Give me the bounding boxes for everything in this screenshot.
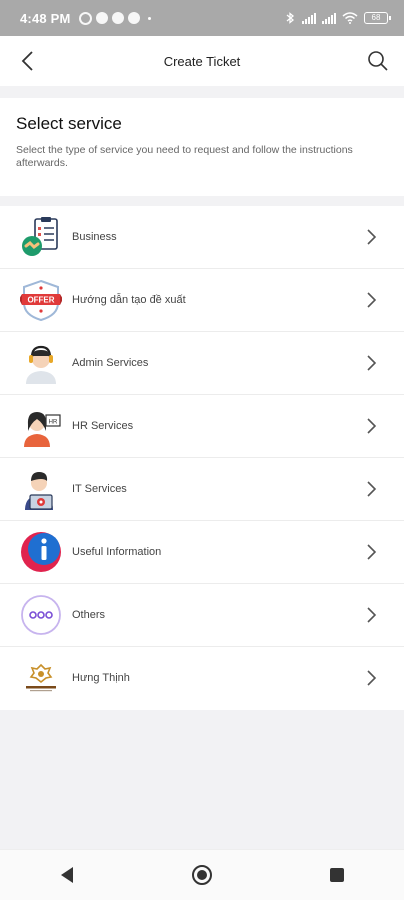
section-description: Select the type of service you need to r… [16, 144, 353, 169]
svg-text:OFFER: OFFER [27, 296, 54, 305]
chevron-right-icon [367, 229, 377, 245]
service-label: Hưng Thịnh [72, 672, 130, 684]
triangle-back-icon [61, 867, 74, 883]
notification-icon [95, 12, 108, 24]
service-label: Useful Information [72, 546, 162, 558]
service-row-business[interactable]: Business [0, 206, 404, 269]
battery-icon: 68 [364, 12, 391, 24]
chevron-right-icon [367, 544, 377, 560]
it-person-icon [20, 468, 62, 510]
chevron-right-icon [367, 481, 377, 497]
admin-headset-icon [20, 342, 62, 384]
info-icon [20, 531, 62, 573]
service-row-hung-thinh[interactable]: Hưng Thịnh [0, 647, 404, 709]
service-row-hr[interactable]: HR HR Services [0, 395, 404, 458]
signal-icon [322, 12, 336, 24]
nav-back-button[interactable] [47, 855, 87, 895]
search-icon [368, 51, 388, 71]
service-row-it[interactable]: IT Services [0, 458, 404, 521]
service-row-others[interactable]: Others [0, 584, 404, 647]
back-arrow-icon [21, 51, 33, 71]
search-button[interactable] [364, 47, 392, 75]
chevron-right-icon [367, 355, 377, 371]
offer-badge-icon: OFFER [20, 279, 62, 321]
signal-icon [302, 12, 316, 24]
back-button[interactable] [14, 47, 42, 75]
service-label: Hướng dẫn tạo đề xuất [72, 294, 186, 306]
service-label: HR Services [72, 420, 134, 432]
chevron-right-icon [367, 670, 377, 686]
service-label: Admin Services [72, 357, 149, 369]
hr-person-icon: HR [20, 405, 62, 447]
intro-card: Select service Select the type of servic… [0, 98, 404, 196]
hung-thinh-logo [20, 657, 62, 699]
service-row-proposal-guide[interactable]: OFFER Hướng dẫn tạo đề xuất [0, 269, 404, 332]
others-dots-icon [20, 594, 62, 636]
business-clipboard-icon [20, 216, 62, 258]
home-circle-icon [191, 865, 212, 885]
svg-text:HR: HR [49, 420, 58, 426]
more-notifications-icon [147, 16, 151, 20]
service-row-admin[interactable]: Admin Services [0, 332, 404, 395]
status-time: 4:48 PM [20, 10, 71, 26]
page-title: Create Ticket [163, 53, 241, 69]
chevron-right-icon [367, 292, 377, 308]
service-label: Business [72, 231, 117, 243]
service-label: Others [72, 609, 106, 621]
service-row-useful-info[interactable]: Useful Information [0, 521, 404, 584]
app-header: Create Ticket [0, 36, 404, 86]
chevron-right-icon [367, 418, 377, 434]
bluetooth-icon [286, 12, 295, 24]
section-title: Select service [16, 114, 122, 133]
service-label: IT Services [72, 483, 127, 495]
status-bar: 4:48 PM 68 [0, 0, 404, 36]
notification-icon [111, 12, 124, 24]
nav-recents-button[interactable] [317, 855, 357, 895]
system-nav-bar [0, 849, 404, 900]
services-list: Business OFFER Hướng dẫn tạo đề xuất Adm… [0, 206, 404, 710]
square-recents-icon [329, 868, 344, 882]
chevron-right-icon [367, 607, 377, 623]
alarm-icon [78, 11, 92, 25]
wifi-icon [342, 12, 358, 24]
telegram-icon [127, 12, 140, 24]
nav-home-button[interactable] [182, 855, 222, 895]
